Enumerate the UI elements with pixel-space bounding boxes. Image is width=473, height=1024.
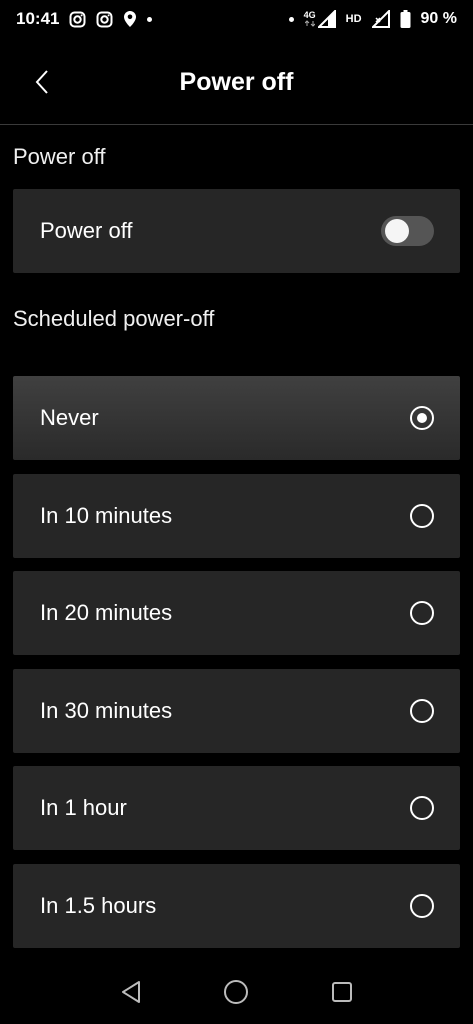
power-off-toggle[interactable] — [381, 216, 434, 246]
app-header: Power off — [0, 50, 473, 114]
toggle-knob — [385, 219, 409, 243]
page-title: Power off — [179, 67, 294, 96]
option-label: In 30 minutes — [40, 698, 173, 723]
section-title-scheduled: Scheduled power-off — [13, 306, 215, 331]
hd-label: HD — [345, 12, 362, 25]
battery-icon — [400, 10, 411, 28]
screen: 10:41 4G HD 90 % Power off Power off Pow… — [0, 0, 473, 1024]
option-label: In 20 minutes — [40, 600, 173, 625]
option-1-5-hours[interactable]: In 1.5 hours — [13, 864, 460, 948]
radio-selected[interactable] — [410, 406, 434, 430]
power-off-label: Power off — [40, 218, 133, 243]
network-type: 4G — [303, 10, 316, 20]
radio-unselected[interactable] — [410, 796, 434, 820]
status-left: 10:41 — [16, 9, 153, 29]
option-20-minutes[interactable]: In 20 minutes — [13, 571, 460, 655]
status-time: 10:41 — [16, 9, 60, 28]
radio-unselected[interactable] — [410, 699, 434, 723]
option-label: In 1.5 hours — [40, 893, 157, 918]
chevron-left-icon — [35, 70, 48, 94]
location-icon — [123, 10, 137, 28]
recents-square-icon[interactable] — [322, 972, 362, 1012]
status-bar: 10:41 4G HD 90 % — [0, 0, 473, 38]
option-10-minutes[interactable]: In 10 minutes — [13, 474, 460, 558]
option-1-hour[interactable]: In 1 hour — [13, 766, 460, 850]
header-divider — [0, 124, 473, 125]
dot-icon — [147, 16, 153, 22]
radio-unselected[interactable] — [410, 504, 434, 528]
instagram-icon — [96, 11, 113, 28]
option-30-minutes[interactable]: In 30 minutes — [13, 669, 460, 753]
radio-unselected[interactable] — [410, 601, 434, 625]
back-triangle-icon[interactable] — [111, 972, 151, 1012]
battery-percent: 90 % — [420, 10, 457, 27]
section-title-power-off: Power off — [13, 144, 106, 169]
radio-dot — [417, 413, 427, 423]
option-label: Never — [40, 405, 99, 430]
home-circle-icon[interactable] — [216, 972, 256, 1012]
system-nav-bar — [0, 960, 473, 1024]
signal-icon: 4G — [304, 10, 336, 28]
option-label: In 1 hour — [40, 795, 127, 820]
back-button[interactable] — [26, 66, 58, 98]
radio-unselected[interactable] — [410, 894, 434, 918]
option-label: In 10 minutes — [40, 503, 173, 528]
option-never[interactable]: Never — [13, 376, 460, 460]
signal-icon — [371, 10, 390, 28]
power-off-row[interactable]: Power off — [13, 189, 460, 273]
dot-icon — [288, 16, 294, 22]
status-right: 4G HD 90 % — [288, 10, 457, 28]
instagram-icon — [69, 11, 86, 28]
